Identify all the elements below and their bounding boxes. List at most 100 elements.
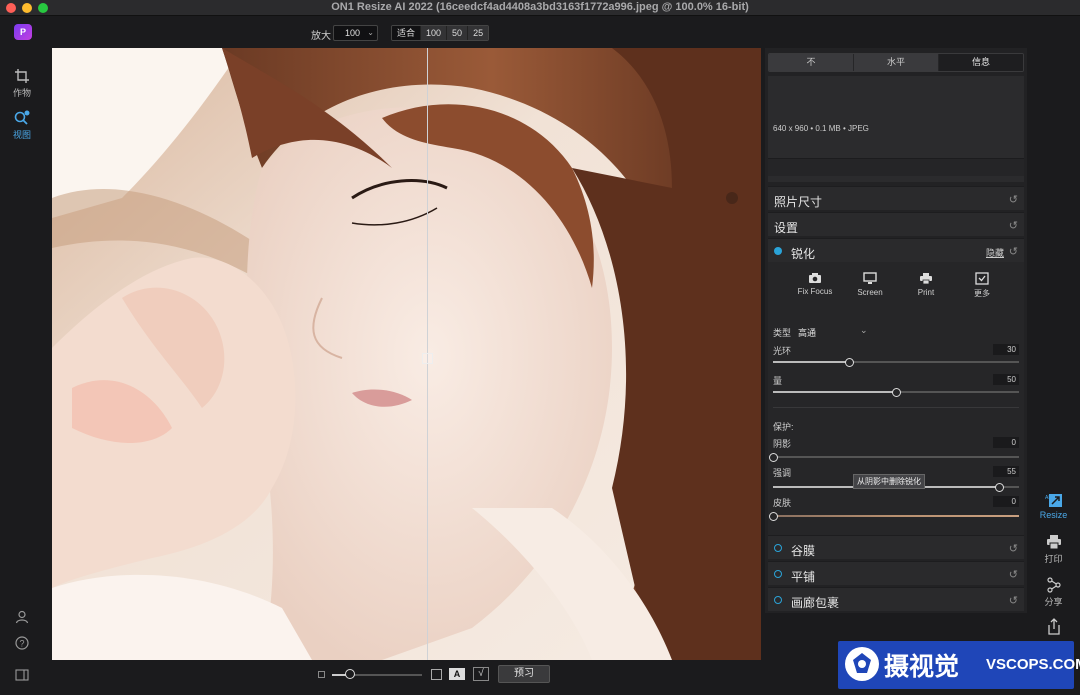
section-sharpen-label: 锐化 <box>791 247 816 261</box>
tab-horizontal[interactable]: 水平 <box>854 54 939 71</box>
print-mode-button[interactable]: Print <box>896 272 956 297</box>
gallery-wrap-enabled-dot[interactable] <box>774 596 782 604</box>
resize-module-button[interactable]: AI Resize <box>1032 492 1075 520</box>
grain-enabled-dot[interactable] <box>774 544 782 552</box>
shadows-value[interactable]: 0 <box>993 437 1019 448</box>
section-photo-size[interactable]: 照片尺寸 ↺ <box>768 186 1024 210</box>
window-title: ON1 Resize AI 2022 (16ceedcf4ad4408a3bd3… <box>331 1 749 13</box>
section-gallery-wrap[interactable]: 画廊包裹 ↺ <box>768 587 1024 611</box>
user-button[interactable] <box>0 610 44 626</box>
halo-value[interactable]: 30 <box>993 344 1019 355</box>
info-strip <box>768 158 1024 176</box>
amount-label: 量 <box>773 376 783 386</box>
skin-value[interactable]: 0 <box>993 496 1019 507</box>
text-overlay-toggle[interactable]: A <box>449 668 465 680</box>
section-photo-size-label: 照片尺寸 <box>774 195 823 209</box>
screen-button[interactable]: Screen <box>840 272 900 297</box>
more-label: 更多 <box>974 289 990 298</box>
module-toolbar: AI Resize 打印 分享 <box>1032 48 1080 648</box>
skin-label: 皮肤 <box>773 498 792 508</box>
hide-link[interactable]: 隐藏 <box>986 246 1004 259</box>
section-gallery-wrap-label: 画廊包裹 <box>791 596 840 610</box>
protect-label: 保护: <box>773 422 794 432</box>
print-mode-label: Print <box>917 288 935 297</box>
panel-toggle-button[interactable] <box>0 669 44 683</box>
section-sharpen[interactable]: 锐化 隐藏 ↺ <box>768 238 1024 262</box>
print-icon <box>1046 535 1061 550</box>
amount-slider[interactable] <box>773 388 1019 397</box>
resize-module-label: Resize <box>1039 510 1068 520</box>
tiling-enabled-dot[interactable] <box>774 570 782 578</box>
reset-icon[interactable]: ↺ <box>1009 193 1018 206</box>
export-button[interactable] <box>1032 618 1075 638</box>
help-button[interactable]: ? <box>0 636 44 652</box>
app-logo-icon: P <box>14 24 32 40</box>
screen-label: Screen <box>857 288 883 297</box>
camera-icon <box>809 273 821 283</box>
printer-icon <box>920 273 932 285</box>
thumbnail-slider-knob[interactable] <box>345 669 355 679</box>
checkbox-toggle[interactable]: √ <box>473 667 489 681</box>
preview-button[interactable]: 预习 <box>498 665 550 683</box>
zoom-select[interactable]: 100 ⌄ <box>333 25 378 41</box>
shadows-slider[interactable] <box>769 453 1019 462</box>
fit-button[interactable]: 适合 <box>392 26 422 40</box>
chevron-down-icon[interactable]: ⌄ <box>860 325 868 336</box>
halo-label: 光环 <box>773 346 792 356</box>
view-tool[interactable]: 视图 <box>0 110 44 141</box>
export-icon <box>1047 618 1060 635</box>
type-value[interactable]: 高通 <box>798 326 816 339</box>
reset-icon[interactable]: ↺ <box>1009 542 1018 555</box>
sharpen-controls: Fix Focus Screen Print 更多 类型 高通 ⌄ 光环 30 … <box>768 262 1024 543</box>
zoom-value: 100 <box>345 28 361 38</box>
chevron-down-icon: ⌄ <box>367 28 374 37</box>
section-tiling-label: 平铺 <box>791 570 816 584</box>
highlights-slider-knob[interactable] <box>995 483 1005 492</box>
sharpen-enabled-dot[interactable] <box>774 247 782 255</box>
fix-focus-button[interactable]: Fix Focus <box>785 272 845 296</box>
watermark-logo-icon <box>845 647 879 681</box>
halo-slider[interactable] <box>773 358 1019 367</box>
top-toolbar: P 放大 100 ⌄ 适合 100 50 25 <box>0 16 1080 48</box>
settings-panel: 不 水平 信息 640 x 960 • 0.1 MB • JPEG 照片尺寸 ↺… <box>765 48 1027 613</box>
section-settings[interactable]: 设置 ↺ <box>768 212 1024 236</box>
zoom-50-button[interactable]: 50 <box>447 26 469 40</box>
skin-slider[interactable] <box>769 512 1019 521</box>
skin-slider-knob[interactable] <box>769 512 778 521</box>
reset-icon[interactable]: ↺ <box>1009 594 1018 607</box>
section-tiling[interactable]: 平铺 ↺ <box>768 561 1024 585</box>
reset-icon[interactable]: ↺ <box>1009 245 1018 258</box>
zoom-25-button[interactable]: 25 <box>468 26 489 40</box>
print-module-label: 打印 <box>1044 554 1063 564</box>
halo-slider-knob[interactable] <box>845 358 855 367</box>
large-thumbnail-icon <box>431 669 442 680</box>
thumbnail-slider-fill <box>332 674 346 676</box>
tab-info[interactable]: 信息 <box>939 54 1023 71</box>
amount-slider-knob[interactable] <box>892 388 901 397</box>
title-bar: ON1 Resize AI 2022 (16ceedcf4ad4408a3bd3… <box>0 0 1080 16</box>
crop-icon <box>15 69 29 83</box>
type-label: 类型 <box>773 328 792 338</box>
reset-icon[interactable]: ↺ <box>1009 568 1018 581</box>
amount-value[interactable]: 50 <box>993 374 1019 385</box>
zoom-100-button[interactable]: 100 <box>421 26 448 40</box>
crop-tool-label: 作物 <box>12 88 31 98</box>
section-grain[interactable]: 谷膜 ↺ <box>768 535 1024 559</box>
tab-none[interactable]: 不 <box>769 54 854 71</box>
share-icon <box>1046 577 1061 593</box>
reset-icon[interactable]: ↺ <box>1009 219 1018 232</box>
left-toolbar: 作物 视图 ? <box>0 48 44 695</box>
watermark-en-text: VSCOPS.COM <box>986 656 1080 673</box>
share-module-button[interactable]: 分享 <box>1032 577 1075 608</box>
fit-button-group: 适合 100 50 25 <box>391 25 490 41</box>
image-preview[interactable] <box>52 48 761 660</box>
image-info-box: 640 x 960 • 0.1 MB • JPEG <box>768 76 1024 182</box>
highlights-value[interactable]: 55 <box>993 466 1019 477</box>
shadows-slider-knob[interactable] <box>769 453 778 462</box>
crop-tool[interactable]: 作物 <box>0 68 44 99</box>
section-settings-label: 设置 <box>774 221 799 235</box>
svg-text:AI: AI <box>1045 495 1050 501</box>
print-module-button[interactable]: 打印 <box>1032 534 1075 565</box>
split-handle[interactable] <box>422 353 433 364</box>
more-button[interactable]: 更多 <box>952 272 1012 299</box>
